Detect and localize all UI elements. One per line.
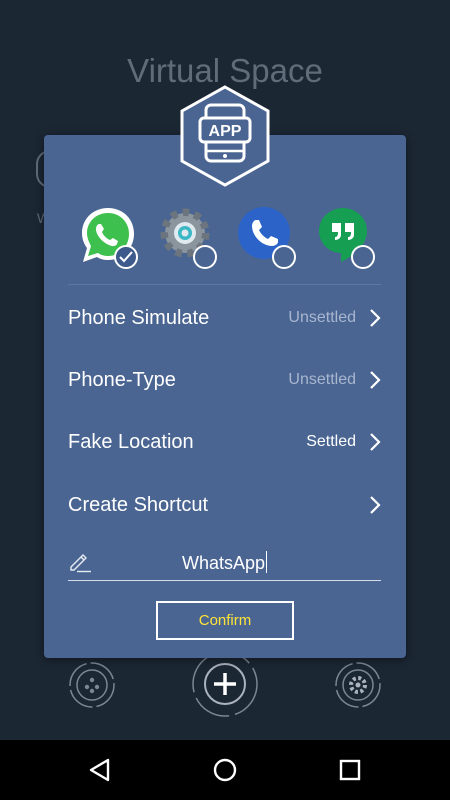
chevron-right-icon xyxy=(370,433,381,451)
app-hexagon-icon: APP xyxy=(180,85,270,187)
app-item-hangouts[interactable] xyxy=(315,205,377,271)
dots-circle-icon xyxy=(69,662,115,708)
settings-button[interactable] xyxy=(333,660,383,715)
gear-icon xyxy=(335,662,381,708)
unselected-badge xyxy=(351,245,375,269)
create-shortcut-row[interactable]: Create Shortcut xyxy=(68,485,382,525)
chevron-right-icon xyxy=(370,371,381,389)
app-badge: APP xyxy=(179,85,271,187)
home-icon[interactable] xyxy=(211,757,239,783)
selected-check-badge xyxy=(114,245,138,269)
shortcut-name-field[interactable]: WhatsApp xyxy=(68,545,381,581)
create-shortcut-label: Create Shortcut xyxy=(68,493,209,516)
shortcut-name-value-wrap: WhatsApp xyxy=(68,551,381,574)
app-badge-label: APP xyxy=(209,123,242,140)
phone-simulate-label: Phone Simulate xyxy=(68,306,210,329)
phone-type-row[interactable]: Phone-Type Unsettled xyxy=(68,360,382,400)
phone-type-status: Unsettled xyxy=(288,371,356,388)
app-selector-row xyxy=(44,205,406,275)
unselected-badge xyxy=(272,245,296,269)
text-caret xyxy=(266,551,268,573)
recents-icon[interactable] xyxy=(336,757,364,783)
phone-type-label: Phone-Type xyxy=(68,368,176,391)
app-item-phone[interactable] xyxy=(236,205,298,271)
apps-menu-button[interactable] xyxy=(67,660,117,715)
chevron-right-icon xyxy=(370,496,381,514)
phone-simulate-status: Unsettled xyxy=(288,309,356,326)
fake-location-row[interactable]: Fake Location Settled xyxy=(68,422,382,462)
back-icon[interactable] xyxy=(86,757,114,783)
app-item-settings[interactable] xyxy=(157,205,219,271)
check-icon xyxy=(119,251,133,263)
plus-circle-icon xyxy=(192,651,258,717)
chevron-right-icon xyxy=(370,309,381,327)
phone-simulate-row[interactable]: Phone Simulate Unsettled xyxy=(68,298,382,338)
app-item-whatsapp[interactable] xyxy=(78,205,140,271)
system-navigation-bar xyxy=(0,740,450,800)
fake-location-label: Fake Location xyxy=(68,430,194,453)
fake-location-status: Settled xyxy=(306,433,356,450)
add-app-button[interactable] xyxy=(190,648,260,725)
confirm-button[interactable]: Confirm xyxy=(156,601,294,640)
shortcut-name-value: WhatsApp xyxy=(181,553,266,573)
unselected-badge xyxy=(193,245,217,269)
divider xyxy=(68,284,381,285)
